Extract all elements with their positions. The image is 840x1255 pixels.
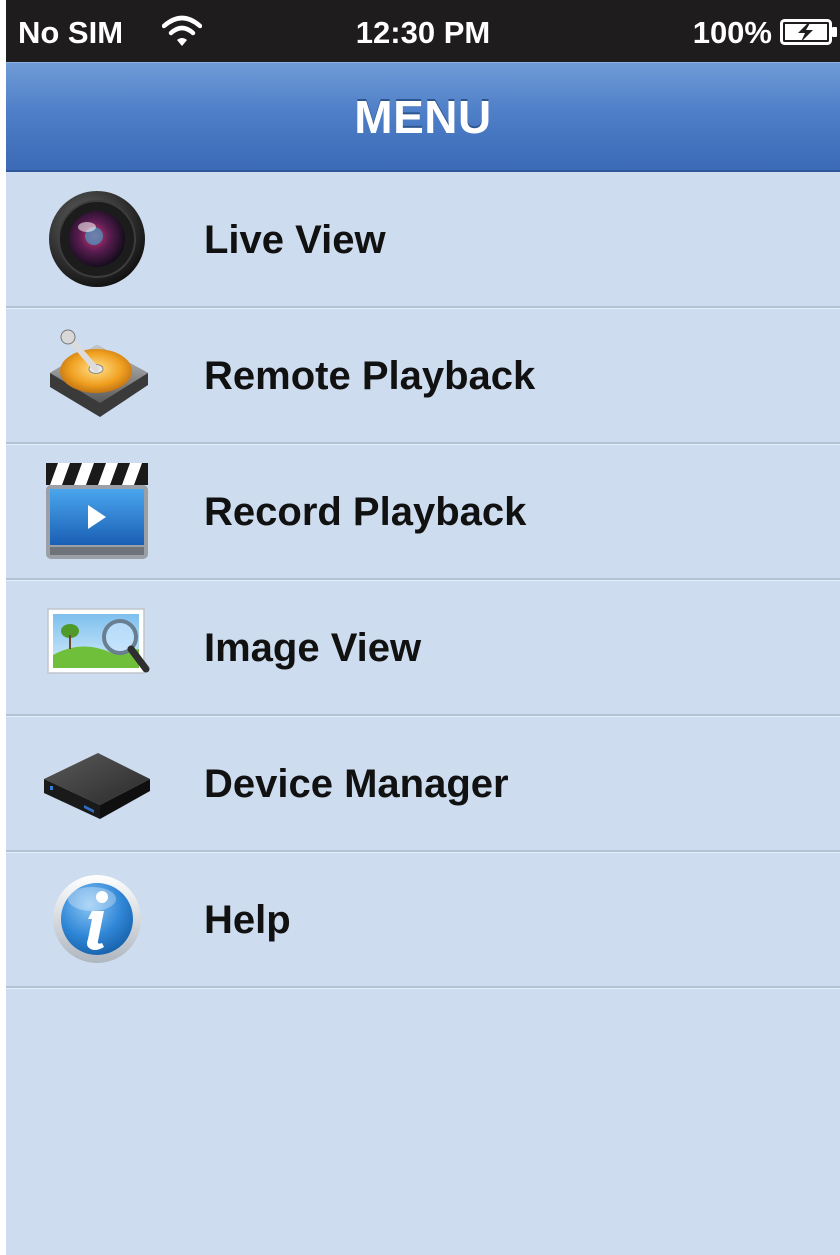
status-bar: No SIM 12:30 PM 100% bbox=[6, 0, 840, 62]
menu-item-help[interactable]: Help bbox=[6, 852, 840, 988]
info-icon bbox=[53, 875, 141, 963]
menu-item-device-manager[interactable]: Device Manager bbox=[6, 716, 840, 852]
hard-drive-icon bbox=[50, 329, 148, 417]
menu-item-label: Help bbox=[204, 898, 291, 942]
clapperboard-video-icon bbox=[46, 463, 148, 559]
menu-item-record-playback[interactable]: Record Playback bbox=[6, 444, 840, 580]
menu-list: Live View Remote Playback Record Playbac… bbox=[6, 172, 840, 988]
battery-charging-icon bbox=[780, 19, 837, 45]
page-title: MENU bbox=[354, 91, 492, 143]
menu-item-label: Remote Playback bbox=[204, 354, 536, 398]
image-magnifier-icon bbox=[47, 608, 150, 674]
menu-item-label: Image View bbox=[204, 626, 422, 670]
menu-item-label: Record Playback bbox=[204, 490, 527, 534]
dvr-device-icon bbox=[44, 753, 150, 819]
menu-item-image-view[interactable]: Image View bbox=[6, 580, 840, 716]
menu-item-live-view[interactable]: Live View bbox=[6, 172, 840, 308]
app-screen: No SIM 12:30 PM 100% MENU Live View Remo… bbox=[6, 0, 840, 1255]
camera-lens-icon bbox=[49, 191, 145, 287]
navigation-bar: MENU bbox=[6, 62, 840, 172]
menu-item-label: Live View bbox=[204, 218, 386, 262]
menu-item-label: Device Manager bbox=[204, 762, 509, 806]
battery-percentage: 100% bbox=[692, 15, 772, 50]
menu-item-remote-playback[interactable]: Remote Playback bbox=[6, 308, 840, 444]
